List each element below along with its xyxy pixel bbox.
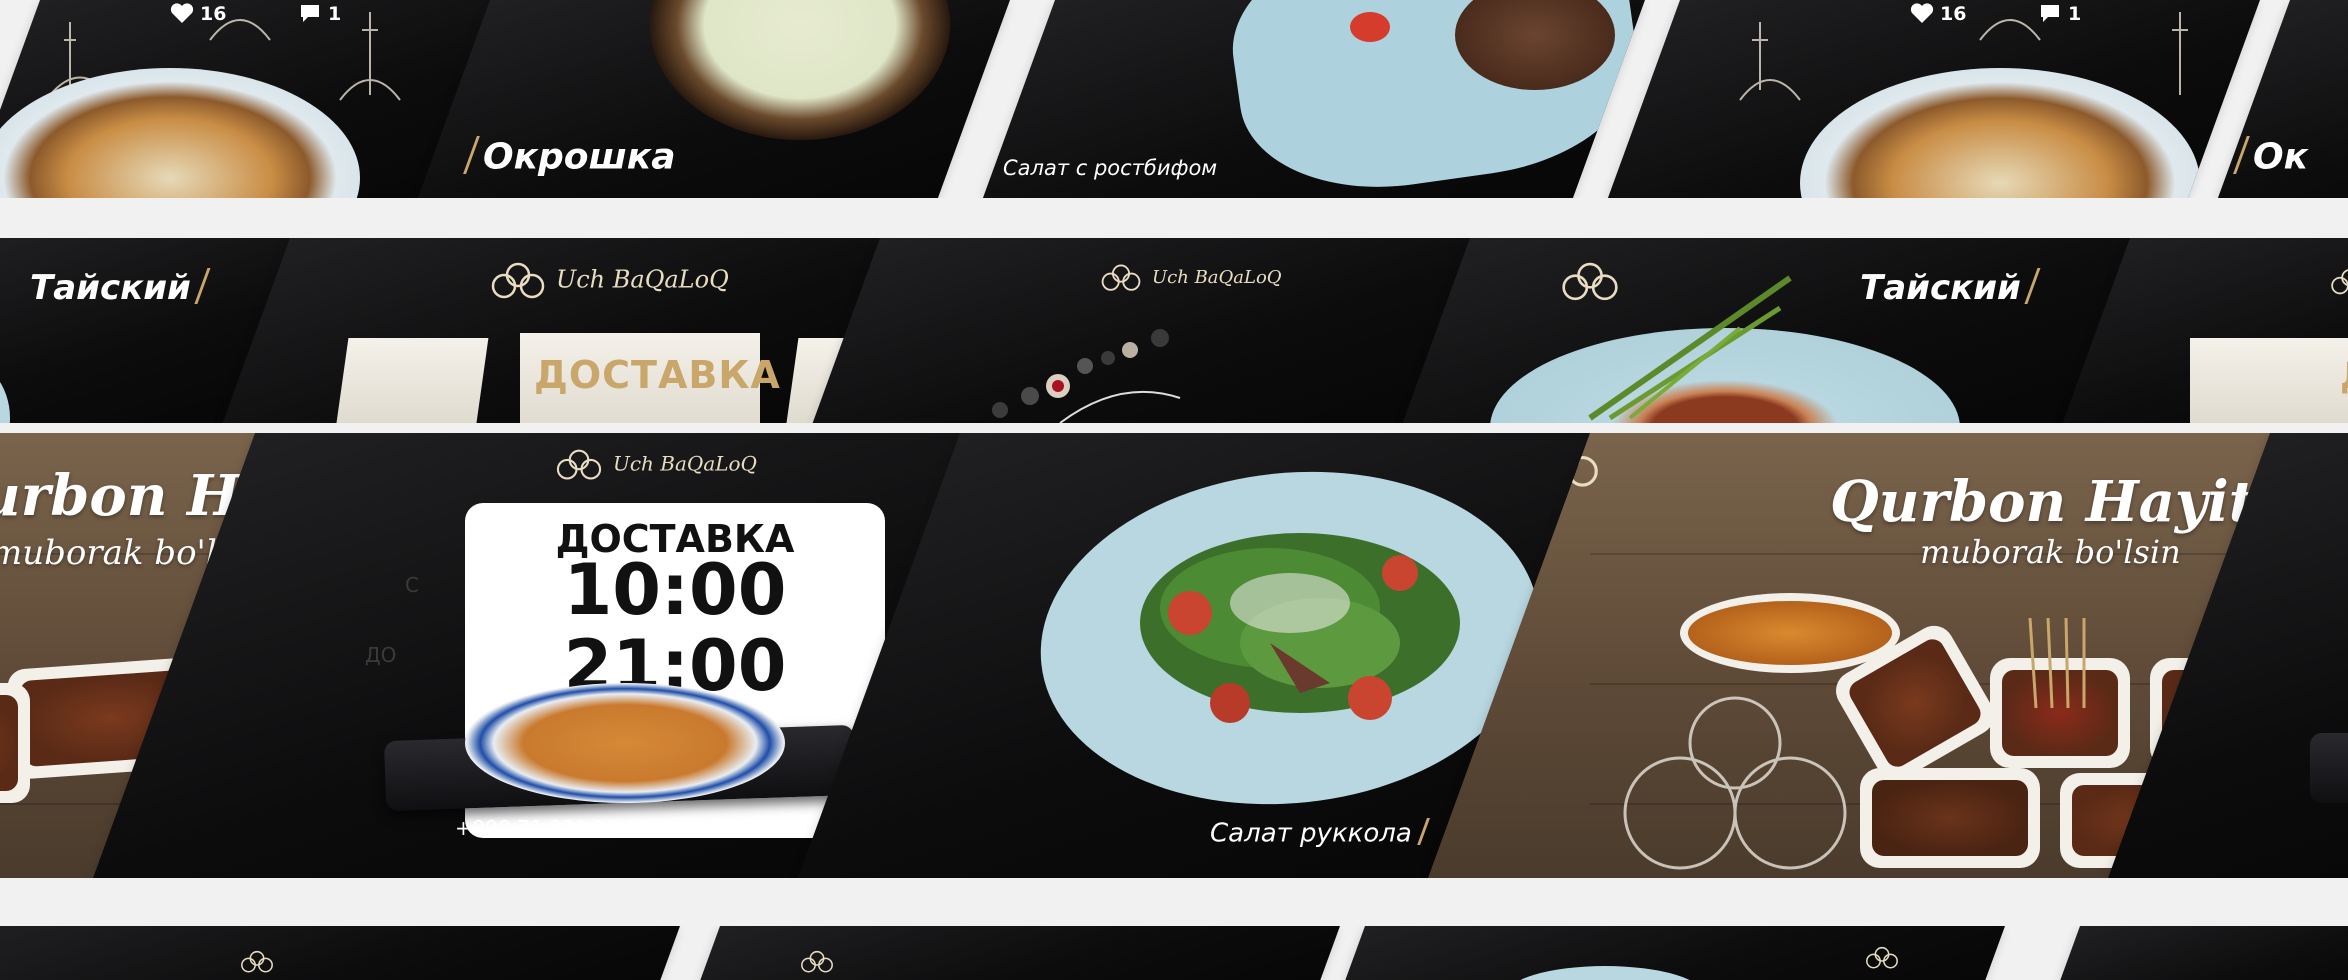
caption-divider <box>2024 268 2041 305</box>
brand-knot-icon <box>1866 946 1898 969</box>
ghost-text: С <box>405 573 419 597</box>
dish-name: Окрошка <box>483 136 676 178</box>
dish-name: Салат руккола <box>1210 818 1412 849</box>
caption-divider <box>194 268 211 305</box>
skewers <box>2028 618 2086 709</box>
delivery-bag: ДО <box>2190 338 2348 423</box>
comments-count: 1 <box>2068 3 2082 25</box>
caption-divider <box>2233 136 2250 174</box>
post-row4-d[interactable] <box>2060 926 2348 980</box>
post-row4-c[interactable] <box>1345 926 2005 980</box>
brand-logo: Uch BaQaLoQ <box>555 449 757 481</box>
post-delivery-bags[interactable]: Uch BaQaLoQ ДОСТАВКА <box>222 238 920 423</box>
brand-knot-icon <box>491 262 545 299</box>
phone-mockup <box>2310 733 2348 803</box>
dish-caption: Тайский <box>1860 268 2044 308</box>
dish-caption: Тайский <box>30 268 214 308</box>
post-thai-salad[interactable]: Тайский <box>1402 238 2150 423</box>
heart-icon <box>170 3 194 23</box>
soup-bowl <box>650 0 950 140</box>
likes-count: 16 <box>200 3 227 25</box>
caption-divider <box>463 136 480 174</box>
plov-plate <box>465 683 785 803</box>
brand-name: Uch BaQaLoQ <box>556 265 729 294</box>
brand-knot-icon <box>556 449 602 480</box>
likes-stat: 16 <box>170 2 226 25</box>
comment-icon <box>2041 5 2059 22</box>
delivery-bag-left <box>331 338 489 423</box>
holiday-title: Qurbon Hayiti <box>1830 469 2276 535</box>
delivery-bag-center: ДОСТАВКА <box>520 333 781 423</box>
dish-name: Салат с ростбифом <box>1003 156 1218 180</box>
comments-stat: 1 <box>2038 2 2081 25</box>
post-roastbeef-salad[interactable]: Салат с ростбифом <box>982 0 1645 198</box>
post-logo-spices[interactable]: Uch BaQaLoQ <box>812 238 1500 423</box>
dish-name: Тайский <box>29 268 191 308</box>
heart-icon <box>1910 3 1934 23</box>
brand-logo: Uch BaQaLoQ <box>490 262 729 300</box>
post-row4-a[interactable] <box>0 926 681 980</box>
holiday-subtitle: muborak bo'lsin <box>1920 533 2181 571</box>
comments-count: 1 <box>328 3 342 25</box>
bag-sign: ДОСТАВКА <box>534 353 781 397</box>
food-dish <box>1990 618 2130 768</box>
food-dish <box>0 683 30 803</box>
brand-knot-icon <box>801 950 833 973</box>
dish-name: Ок <box>2253 136 2309 178</box>
salad-greens <box>1140 533 1460 723</box>
salad-plate <box>0 358 10 423</box>
post-row-1: 16 1 Окрошка Салат с ростбифом 16 1 Ок <box>0 0 2348 198</box>
dish-caption: Салат руккола <box>1210 818 1435 848</box>
dish-caption: Салат с ростбифом <box>983 156 1217 180</box>
post-row-3: urbon Hayiti muborak bo'lsin Uch BaQaLoQ… <box>0 433 2348 878</box>
delivery-open-time: 10:00 <box>563 549 787 631</box>
comment-icon <box>301 5 319 22</box>
dish-name: Тайский <box>1860 268 2021 308</box>
dish-caption: Окрошка <box>460 136 676 177</box>
food-dish <box>1860 768 2040 868</box>
caption-divider <box>985 156 998 179</box>
brand-knot-icon <box>2331 268 2348 295</box>
plate <box>1505 966 1705 980</box>
brand-knot-icon <box>241 950 273 973</box>
dish-caption: Ок <box>2230 136 2308 177</box>
likes-stat: 16 <box>1910 2 1966 25</box>
post-okroshka[interactable]: Окрошка <box>417 0 1010 198</box>
comments-stat: 1 <box>298 2 341 25</box>
tomato <box>1350 12 1390 42</box>
phone-number: +998 71 220 33 00 <box>455 816 650 840</box>
post-row4-b[interactable] <box>700 926 1340 980</box>
caption-divider <box>1416 818 1430 846</box>
brand-name: Uch BaQaLoQ <box>613 451 757 476</box>
likes-count: 16 <box>1940 3 1967 25</box>
post-row-2: Тайский Uch BaQaLoQ ДОСТАВКА Uch BaQaLoQ <box>0 238 2348 423</box>
spice-bowls <box>992 329 1181 423</box>
post-plov-stats-2[interactable]: 16 1 <box>1607 0 2260 198</box>
post-row-4 <box>0 926 2348 980</box>
bag-sign: ДО <box>2340 356 2348 397</box>
green-onion <box>1588 275 1792 421</box>
ghost-text: ДО <box>365 643 397 667</box>
